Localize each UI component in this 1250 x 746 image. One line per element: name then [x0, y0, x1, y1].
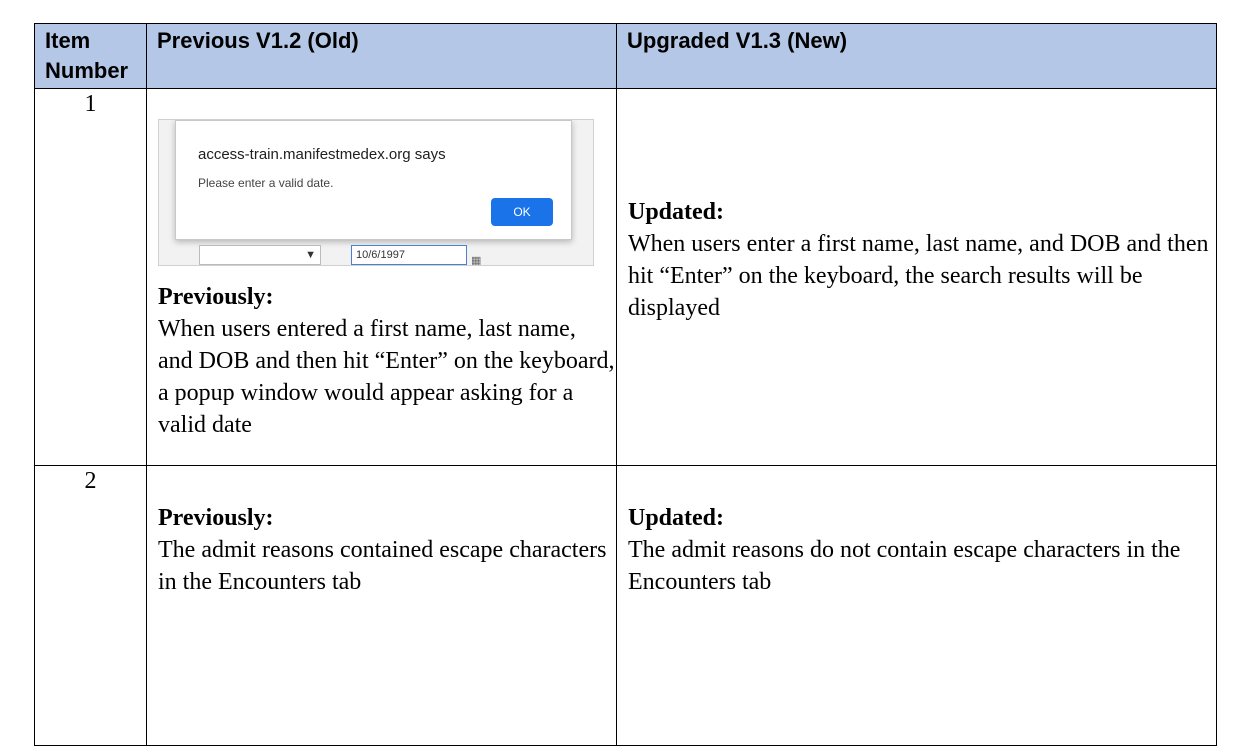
release-notes-table: Item Number Previous V1.2 (Old) Upgraded…: [34, 23, 1217, 746]
previously-text: When users entered a first name, last na…: [158, 316, 615, 438]
previously-label: Previously:: [158, 505, 274, 531]
header-upgraded-version: Upgraded V1.3 (New): [616, 23, 1217, 89]
previous-cell: Previously: The admit reasons contained …: [146, 465, 617, 746]
background-select: ▼: [199, 245, 321, 265]
alert-dialog: access-train.manifestmedex.org says Plea…: [175, 120, 572, 240]
background-date-field: 10/6/1997: [351, 245, 467, 265]
table-header-row: Item Number Previous V1.2 (Old) Upgraded…: [34, 23, 1217, 89]
dialog-message: Please enter a valid date.: [198, 176, 334, 190]
item-number: 2: [34, 465, 147, 746]
previous-cell: access-train.manifestmedex.org says Plea…: [146, 88, 617, 466]
updated-text: When users enter a first name, last name…: [628, 231, 1209, 321]
table-row: 1 access-train.manifestmedex.org says Pl…: [34, 88, 1217, 466]
header-item-number: Item Number: [34, 23, 147, 89]
chevron-down-icon: ▼: [305, 249, 316, 261]
previously-label: Previously:: [158, 284, 274, 310]
updated-text: The admit reasons do not contain escape …: [628, 537, 1181, 595]
table-row: 2 Previously: The admit reasons containe…: [34, 465, 1217, 746]
updated-label: Updated:: [628, 199, 725, 225]
calendar-icon: ▦: [471, 255, 482, 266]
updated-cell: Updated: When users enter a first name, …: [616, 88, 1217, 466]
item-number: 1: [34, 88, 147, 466]
dialog-screenshot: access-train.manifestmedex.org says Plea…: [158, 119, 594, 266]
dialog-ok-button: OK: [491, 198, 553, 226]
updated-label: Updated:: [628, 505, 725, 531]
updated-cell: Updated: The admit reasons do not contai…: [616, 465, 1217, 746]
previously-text: The admit reasons contained escape chara…: [158, 537, 607, 595]
header-previous-version: Previous V1.2 (Old): [146, 23, 617, 89]
